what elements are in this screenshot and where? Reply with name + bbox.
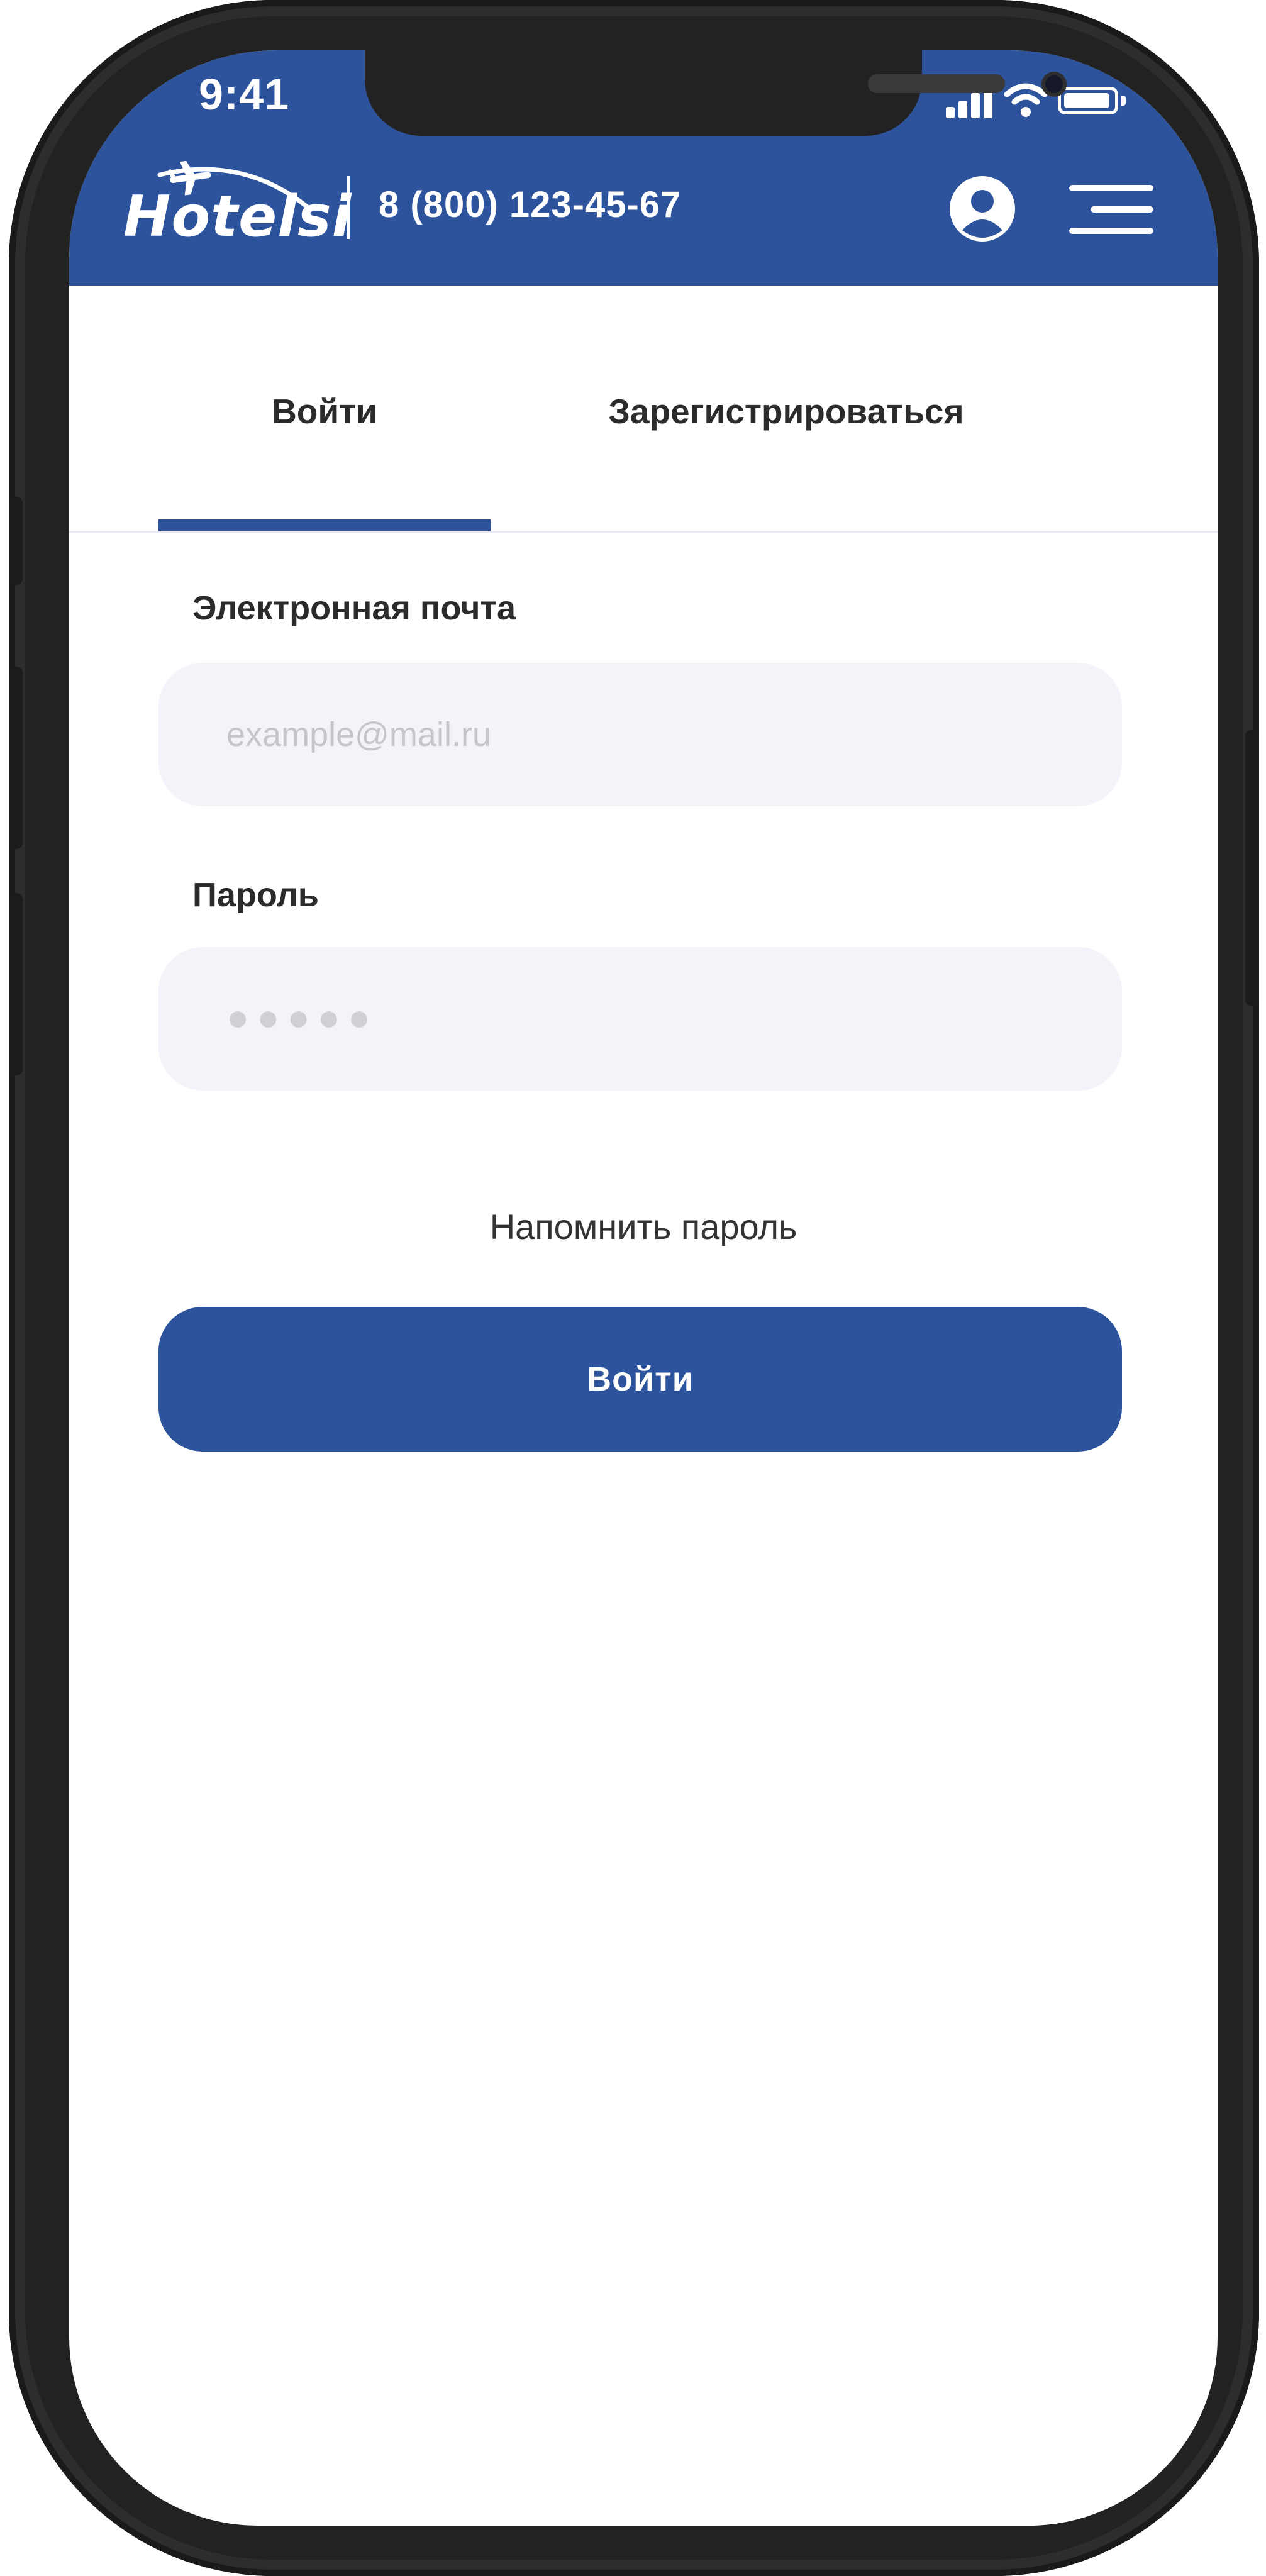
speaker <box>868 74 1005 93</box>
tab-register-label: Зарегистрироваться <box>608 392 964 431</box>
screen: 9:41 Hotelsi 8 (800) 123-45-67 Войти Зар… <box>69 50 1218 2526</box>
active-tab-indicator <box>158 519 491 531</box>
front-camera <box>1041 72 1067 97</box>
password-field[interactable] <box>158 947 1122 1091</box>
notch <box>365 50 1067 136</box>
power-button <box>1245 730 1259 1006</box>
volume-down-button <box>9 893 23 1075</box>
tabs-divider <box>69 531 1218 533</box>
silent-switch <box>9 497 23 585</box>
tab-login-label: Войти <box>272 392 377 431</box>
login-button[interactable]: Войти <box>158 1307 1122 1452</box>
header-divider <box>347 176 350 239</box>
password-label: Пароль <box>192 876 319 914</box>
auth-tabs: Войти Зарегистрироваться <box>69 286 1218 537</box>
battery-icon <box>1058 87 1118 114</box>
phone-number[interactable]: 8 (800) 123-45-67 <box>379 184 681 226</box>
phone-frame: 9:41 Hotelsi 8 (800) 123-45-67 Войти Зар… <box>9 0 1259 2576</box>
tab-register[interactable]: Зарегистрироваться <box>491 286 1082 537</box>
logo[interactable]: Hotelsi <box>123 161 351 250</box>
remind-password-link[interactable]: Напомнить пароль <box>69 1206 1218 1247</box>
login-button-label: Войти <box>587 1360 694 1398</box>
email-label: Электронная почта <box>192 589 516 627</box>
email-field[interactable] <box>158 663 1122 806</box>
logo-text: Hotelsi <box>123 184 352 250</box>
volume-up-button <box>9 667 23 849</box>
profile-button[interactable] <box>950 176 1015 242</box>
user-icon <box>950 176 1015 242</box>
menu-button[interactable] <box>1069 185 1153 235</box>
tab-login[interactable]: Войти <box>158 286 491 537</box>
status-time: 9:41 <box>199 70 290 119</box>
